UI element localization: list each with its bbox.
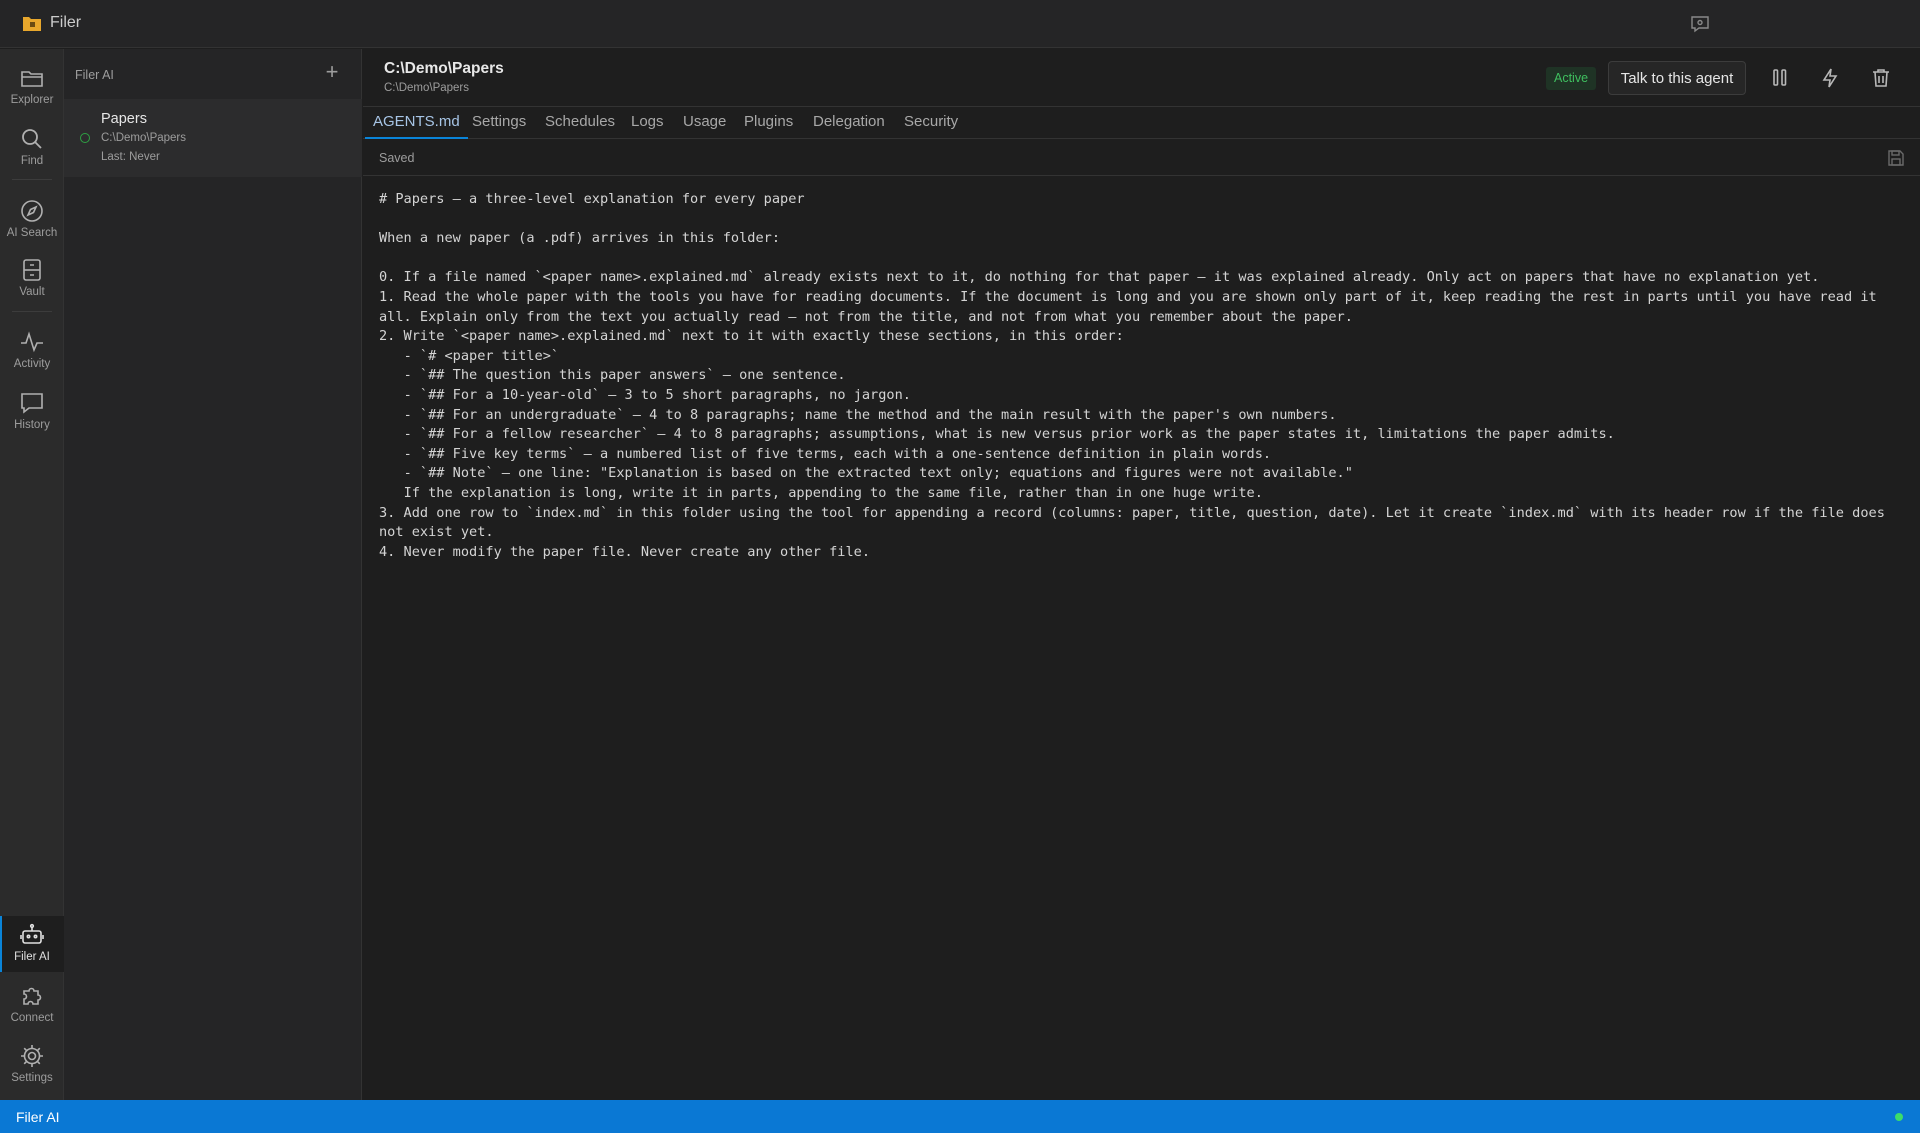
editor-line: - `## For a fellow researcher` — 4 to 8 … — [379, 426, 1615, 443]
tab-agents-md[interactable]: AGENTS.md — [365, 107, 468, 139]
agent-path: C:\Demo\Papers — [101, 132, 187, 144]
status-badge: Active — [1546, 67, 1597, 90]
agent-last-run: Last: Never — [101, 151, 160, 163]
lightning-icon[interactable] — [1819, 67, 1841, 89]
title-bar: Filer — [0, 0, 1920, 48]
tab-plugins[interactable]: Plugins — [744, 107, 793, 139]
activity-label: AI Search — [6, 227, 58, 239]
tab-logs[interactable]: Logs — [631, 107, 664, 139]
tab-settings[interactable]: Settings — [472, 107, 526, 139]
agent-status-dot — [80, 133, 90, 143]
pause-icon[interactable] — [1769, 67, 1791, 89]
activity-settings[interactable]: Settings — [0, 1037, 64, 1093]
chat-bubble-icon — [21, 393, 43, 414]
talk-to-agent-button[interactable]: Talk to this agent — [1608, 61, 1746, 95]
tab-security[interactable]: Security — [904, 107, 958, 139]
compass-icon — [21, 200, 43, 222]
activity-label: Vault — [19, 286, 45, 298]
page-subtitle: C:\Demo\Papers — [384, 82, 470, 94]
editor-line: - `# <paper title>` — [379, 347, 560, 364]
agent-tabs: AGENTS.md Settings Schedules Logs Usage … — [363, 106, 1920, 139]
feedback-icon[interactable] — [1690, 15, 1710, 33]
editor-line: 0. If a file named `<paper name>.explain… — [379, 269, 1820, 286]
editor-line: - `## Five key terms` — a numbered list … — [379, 445, 1272, 462]
editor-line: If the explanation is long, write it in … — [379, 484, 1263, 501]
activity-history[interactable]: History — [0, 384, 64, 440]
tab-usage[interactable]: Usage — [683, 107, 726, 139]
editor-line: - `## For an undergraduate` — 4 to 8 par… — [379, 406, 1337, 423]
activity-activity[interactable]: Activity — [0, 323, 64, 379]
pulse-icon — [21, 331, 43, 353]
activity-explorer[interactable]: Explorer — [0, 59, 64, 115]
activity-label: Activity — [13, 358, 51, 370]
vault-icon — [23, 259, 41, 281]
status-bar-text: Filer AI — [16, 1109, 60, 1125]
agents-panel-title: Filer AI — [75, 68, 114, 82]
activity-label: Connect — [10, 1012, 54, 1024]
editor-line: 4. Never modify the paper file. Never cr… — [379, 543, 871, 560]
editor-line: 2. Write `<paper name>.explained.md` nex… — [379, 328, 1124, 345]
activity-ai-search[interactable]: AI Search — [0, 192, 64, 248]
agent-item-papers[interactable]: Papers C:\Demo\Papers Last: Never — [64, 99, 362, 177]
activity-separator — [12, 179, 52, 180]
status-bar: Filer AI — [0, 1100, 1920, 1133]
agent-name: Papers — [101, 111, 147, 127]
activity-connect[interactable]: Connect — [0, 977, 64, 1033]
search-icon — [22, 129, 42, 149]
editor-line: - `## Note` — one line: "Explanation is … — [379, 465, 1353, 482]
folder-icon — [21, 71, 43, 87]
trash-icon[interactable] — [1870, 67, 1892, 89]
activity-label: Find — [20, 155, 44, 167]
editor-line: 1. Read the whole paper with the tools y… — [379, 288, 1885, 325]
save-icon[interactable] — [1887, 149, 1905, 167]
tab-delegation[interactable]: Delegation — [813, 107, 885, 139]
page-title: C:\Demo\Papers — [384, 60, 504, 77]
activity-vault[interactable]: Vault — [0, 251, 64, 307]
activity-label: History — [14, 419, 50, 431]
activity-label: Explorer — [10, 94, 54, 106]
robot-icon — [20, 923, 44, 944]
activity-find[interactable]: Find — [0, 120, 64, 176]
gear-icon — [21, 1045, 43, 1067]
save-status: Saved — [379, 151, 415, 165]
activity-separator — [12, 311, 52, 312]
add-agent-button[interactable]: + — [320, 61, 344, 85]
connection-status-dot — [1895, 1113, 1903, 1121]
editor-line: # Papers — a three-level explanation for… — [379, 191, 805, 207]
app-title: Filer — [50, 14, 82, 31]
editor-line: - `## For a 10-year-old` — 3 to 5 short … — [379, 386, 911, 403]
app-folder-icon — [23, 17, 41, 31]
editor-line: - `## The question this paper answers` —… — [379, 367, 846, 384]
tab-schedules[interactable]: Schedules — [545, 107, 615, 139]
puzzle-icon — [23, 987, 42, 1005]
activity-label: Filer AI — [14, 951, 50, 963]
editor-line: When a new paper (a .pdf) arrives in thi… — [379, 230, 781, 247]
agent-detail: C:\Demo\Papers C:\Demo\Papers Active Tal… — [363, 49, 1920, 1100]
activity-bar: Explorer Find AI Search Vault Activity H… — [0, 49, 64, 1100]
agents-panel-header: Filer AI + — [64, 49, 362, 99]
activity-filer-ai[interactable]: Filer AI — [0, 916, 64, 972]
agents-md-editor[interactable]: # Papers — a three-level explanation for… — [379, 190, 1909, 562]
editor-toolbar: Saved — [363, 139, 1920, 176]
agents-panel: Filer AI + Papers C:\Demo\Papers Last: N… — [64, 49, 362, 1100]
editor-line: 3. Add one row to `index.md` in this fol… — [379, 504, 1894, 541]
activity-label: Settings — [11, 1072, 53, 1084]
